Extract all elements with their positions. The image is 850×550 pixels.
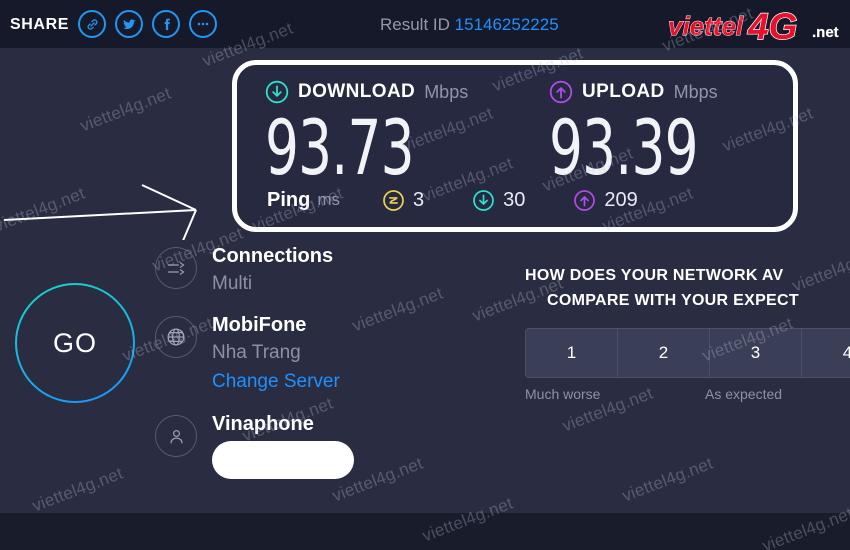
download-arrow-icon [265,80,289,104]
ping-label: Ping [267,188,311,211]
watermark-text: viettel4g.net [619,453,716,506]
more-icon[interactable] [189,10,217,38]
connections-subtitle: Multi [212,273,253,294]
download-value: 93.73 [265,103,415,192]
rating-button-2[interactable]: 2 [617,328,709,378]
ping-idle-value: 3 [413,188,425,211]
ping-download: 30 [472,189,525,212]
survey-rating-group: 1 2 3 4 [525,328,850,378]
watermark-text: viettel4g.net [29,463,126,516]
result-id-label: Result ID [380,15,450,34]
upload-metric: UPLOAD Mbps 93.39 [549,79,740,189]
go-button-label: GO [52,327,97,358]
result-id-value[interactable]: 15146252225 [455,15,559,34]
survey-label-low: Much worse [525,386,601,402]
download-title: DOWNLOAD [298,81,416,102]
isp-name: Vinaphone [212,413,314,435]
change-server-link[interactable]: Change Server [212,367,340,397]
viettel4g-logo[interactable]: viettel 4G .net [662,4,848,44]
result-id: Result ID 15146252225 [380,15,559,35]
ping-unit: ms [317,190,341,209]
watermark-text: viettel4g.net [77,83,174,136]
info-row-server: MobiFone Nha Trang Change Server [155,312,455,397]
ping-download-value: 30 [503,188,526,211]
server-location: Nha Trang [212,342,301,363]
ping-upload-value: 209 [604,188,638,211]
survey-question-line2: COMPARE WITH YOUR EXPECT [547,292,799,309]
ping-row: Ping ms 3 30 209 [267,186,638,214]
upload-value: 93.39 [549,103,699,192]
connections-icon [155,247,197,289]
header-bar: SHARE Result ID 15146252225 viettel 4G .… [0,0,850,48]
annotation-arrow [3,184,197,240]
network-survey: HOW DOES YOUR NETWORK AV COMPARE WITH YO… [525,263,850,408]
user-icon [155,415,197,457]
rating-button-4[interactable]: 4 [801,328,850,378]
svg-text:viettel: viettel [668,11,744,41]
download-arrow-icon [472,189,495,212]
survey-scale-labels: Much worse As expected [525,386,850,408]
speed-result-panel: DOWNLOAD Mbps 93.73 UPLOAD Mbps 93.39 Pi… [232,60,798,232]
download-unit: Mbps [424,81,469,102]
download-metric: DOWNLOAD Mbps 93.73 [265,79,468,189]
server-name: MobiFone [212,314,307,336]
speedtest-result-page: SHARE Result ID 15146252225 viettel 4G .… [0,0,850,550]
twitter-icon[interactable] [115,10,143,38]
ping-upload: 209 [573,188,638,212]
upload-unit: Mbps [673,81,718,102]
upload-arrow-icon [573,189,596,212]
watermark-text: viettel4g.net [0,183,88,236]
survey-question: HOW DOES YOUR NETWORK AV COMPARE WITH YO… [525,263,850,313]
facebook-icon[interactable] [152,10,180,38]
rating-button-1[interactable]: 1 [525,328,617,378]
survey-label-mid: As expected [705,386,783,402]
rating-button-3[interactable]: 3 [709,328,801,378]
upload-title: UPLOAD [582,81,665,102]
footer-bar [0,513,850,550]
link-icon[interactable] [78,10,106,38]
svg-text:4G: 4G [747,6,797,44]
jitter-icon [382,189,405,212]
survey-question-line1: HOW DOES YOUR NETWORK AV [525,267,784,284]
connection-info-list: Connections Multi MobiFone Nha Trang Cha… [155,243,455,493]
redacted-ip-address [212,441,354,479]
globe-icon [155,316,197,358]
svg-text:.net: .net [812,24,839,41]
info-row-connections: Connections Multi [155,243,455,298]
go-button[interactable]: GO [15,283,135,403]
connections-title: Connections [212,245,334,267]
share-icon-group [78,10,217,38]
info-row-isp: Vinaphone [155,411,455,479]
upload-arrow-icon [549,80,573,104]
share-label: SHARE [10,16,70,33]
ping-idle: 3 [382,189,424,212]
